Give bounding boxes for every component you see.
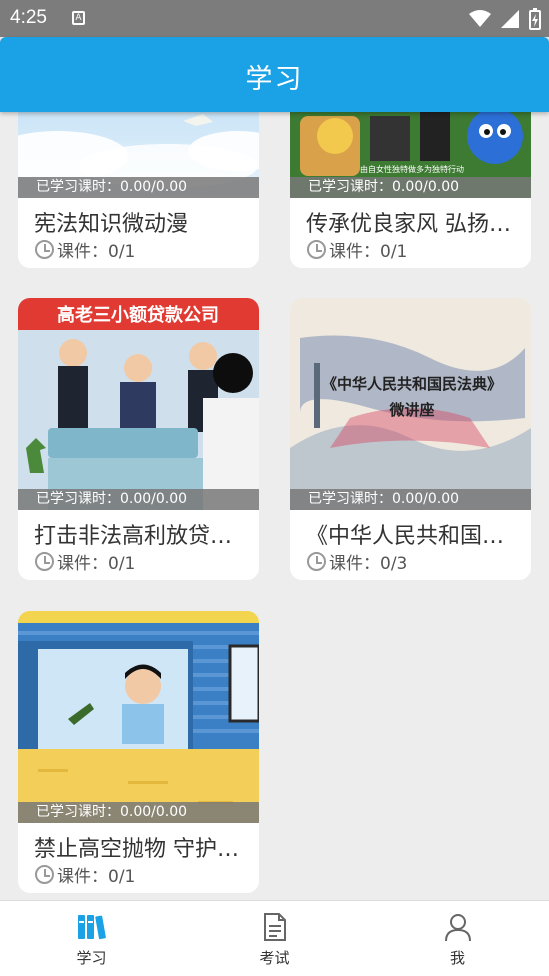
courseware-label: 课件：0/1 [57, 554, 136, 574]
notification-icon: A [72, 11, 85, 25]
course-card[interactable]: 已学习课时：0.00/0.00 禁止高空抛物 守护… 课件：0/1 [18, 611, 259, 893]
system-icons [469, 8, 541, 30]
tab-label: 考试 [259, 949, 290, 967]
clock-icon [307, 552, 326, 571]
wifi-icon [469, 10, 491, 27]
document-icon [263, 913, 286, 941]
course-title: 打击非法高利放贷… [34, 524, 233, 549]
thumb-banner: 高老三小额贷款公司 [57, 304, 219, 326]
course-grid: 已学习课时：0.00/0.00 宪法知识微动漫 课件：0/1 由自女性独特做多为… [0, 112, 549, 900]
clock-icon [35, 240, 54, 259]
status-bar: 4:25 A [0, 0, 549, 37]
courseware-count: 课件：0/1 [35, 237, 135, 262]
progress-label: 已学习课时：0.00/0.00 [290, 489, 531, 510]
courseware-label: 课件：0/1 [329, 242, 408, 262]
tab-label: 我 [449, 949, 465, 967]
tab-me[interactable]: 我 [366, 901, 549, 976]
courseware-label: 课件：0/3 [329, 554, 408, 574]
battery-icon [529, 8, 541, 30]
course-card[interactable]: 由自女性独特做多为独特行动 已学习课时：0.00/0.00 传承优良家风 弘扬…… [290, 112, 531, 268]
course-card[interactable]: 《中华人民共和国民法典》 微讲座 已学习课时：0.00/0.00 《中华人民共和… [290, 298, 531, 580]
course-title: 传承优良家风 弘扬… [306, 212, 511, 237]
course-card[interactable]: 高老三小额贷款公司 已学习课时：0.00/0.00 打击非法高利放贷… 课件：0… [18, 298, 259, 580]
thumb-caption: 由自女性独特做多为独特行动 [360, 164, 464, 174]
course-card[interactable]: 已学习课时：0.00/0.00 宪法知识微动漫 课件：0/1 [18, 112, 259, 268]
progress-label: 已学习课时：0.00/0.00 [18, 177, 259, 198]
books-icon [77, 915, 106, 940]
person-icon [444, 914, 471, 942]
courseware-label: 课件：0/1 [57, 242, 136, 262]
courseware-count: 课件：0/1 [35, 862, 135, 887]
bottom-tab-bar: 学习 考试 我 [0, 900, 549, 976]
status-time: 4:25 [10, 7, 47, 28]
progress-label: 已学习课时：0.00/0.00 [18, 802, 259, 823]
tab-label: 学习 [76, 949, 107, 967]
progress-label: 已学习课时：0.00/0.00 [290, 177, 531, 198]
thumb-line-1: 《中华人民共和国民法典》 [322, 375, 502, 393]
app-bar: 学习 [0, 37, 549, 112]
courseware-label: 课件：0/1 [57, 867, 136, 887]
course-title: 宪法知识微动漫 [34, 212, 189, 237]
courseware-count: 课件：0/3 [307, 549, 407, 574]
courseware-count: 课件：0/1 [307, 237, 407, 262]
clock-icon [307, 240, 326, 259]
progress-label: 已学习课时：0.00/0.00 [18, 489, 259, 510]
courseware-count: 课件：0/1 [35, 549, 135, 574]
tab-exam[interactable]: 考试 [183, 901, 366, 976]
course-thumbnail: 《中华人民共和国民法典》 微讲座 [290, 298, 531, 510]
course-title: 禁止高空抛物 守护… [34, 837, 239, 862]
course-thumbnail: 高老三小额贷款公司 [18, 298, 259, 510]
tab-study[interactable]: 学习 [0, 901, 183, 976]
course-thumbnail [18, 611, 259, 823]
thumb-line-2: 微讲座 [388, 401, 434, 419]
signal-icon [501, 10, 519, 28]
clock-icon [35, 552, 54, 571]
course-title: 《中华人民共和国… [306, 524, 505, 549]
clock-icon [35, 865, 54, 884]
page-title: 学习 [245, 64, 304, 95]
